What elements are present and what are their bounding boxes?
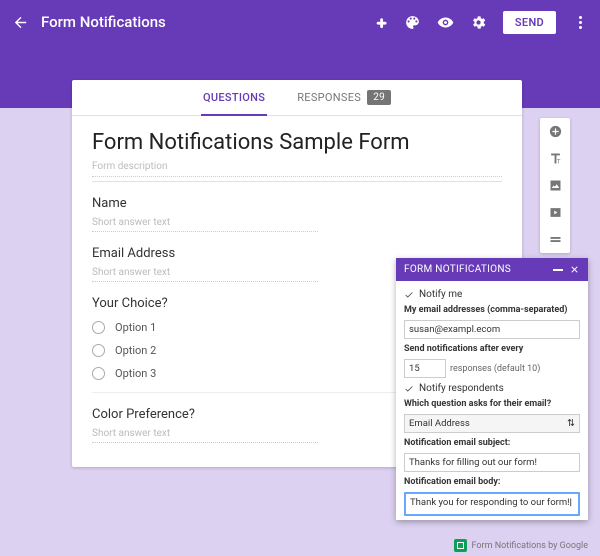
add-section-icon[interactable] [548, 232, 563, 247]
add-image-icon[interactable] [548, 178, 563, 193]
addon-footer: Form Notifications by Google [454, 539, 589, 552]
minimize-icon[interactable] [553, 269, 563, 271]
back-icon[interactable] [12, 14, 29, 31]
tab-questions[interactable]: QUESTIONS [201, 80, 267, 115]
notify-respondents-checkbox[interactable]: Notify respondents [404, 383, 580, 394]
more-icon[interactable] [572, 16, 588, 29]
question-name-input: Short answer text [92, 217, 318, 232]
panel-title: FORM NOTIFICATIONS [404, 264, 511, 275]
after-every-hint: responses (default 10) [450, 364, 540, 374]
which-question-label: Which question asks for their email? [404, 399, 580, 409]
subject-input[interactable]: Thanks for filling out our form! [404, 453, 580, 472]
form-title[interactable]: Form Notifications Sample Form [92, 130, 502, 155]
question-name-title[interactable]: Name [92, 196, 502, 211]
body-label: Notification email body: [404, 477, 580, 487]
form-description[interactable]: Form description [92, 161, 502, 177]
notify-me-checkbox[interactable]: Notify me [404, 289, 580, 300]
radio-icon [92, 367, 105, 380]
radio-icon [92, 321, 105, 334]
updown-icon: ⇅ [567, 418, 575, 429]
sheets-icon [454, 539, 467, 552]
addons-icon[interactable] [371, 14, 388, 31]
gear-icon[interactable] [470, 14, 487, 31]
panel-header: FORM NOTIFICATIONS [396, 258, 588, 281]
palette-icon[interactable] [404, 14, 421, 31]
after-every-input[interactable]: 15 [404, 359, 446, 378]
subject-label: Notification email subject: [404, 438, 580, 448]
which-question-select[interactable]: Email Address⇅ [404, 414, 580, 433]
addon-panel: FORM NOTIFICATIONS Notify me My email ad… [396, 258, 588, 520]
question-email-input: Short answer text [92, 267, 318, 282]
radio-icon [92, 344, 105, 357]
preview-icon[interactable] [437, 14, 454, 31]
tab-responses[interactable]: RESPONSES 29 [295, 80, 393, 115]
side-toolbar: T [540, 118, 570, 253]
add-title-icon[interactable]: T [548, 151, 563, 166]
body-textarea[interactable]: Thank you for responding to our form! [404, 492, 580, 516]
add-video-icon[interactable] [548, 205, 563, 220]
after-every-label: Send notifications after every [404, 344, 580, 354]
page-title: Form Notifications [41, 13, 166, 31]
emails-input[interactable]: susan@exampl.ecom [404, 320, 580, 339]
close-icon[interactable] [569, 264, 580, 275]
tabs: QUESTIONS RESPONSES 29 [72, 80, 522, 116]
emails-label: My email addresses (comma-separated) [404, 305, 580, 315]
question-color-input: Short answer text [92, 428, 318, 443]
add-question-icon[interactable] [548, 124, 563, 139]
svg-text:T: T [556, 158, 560, 166]
responses-badge: 29 [367, 90, 391, 105]
send-button[interactable]: SEND [503, 11, 556, 34]
